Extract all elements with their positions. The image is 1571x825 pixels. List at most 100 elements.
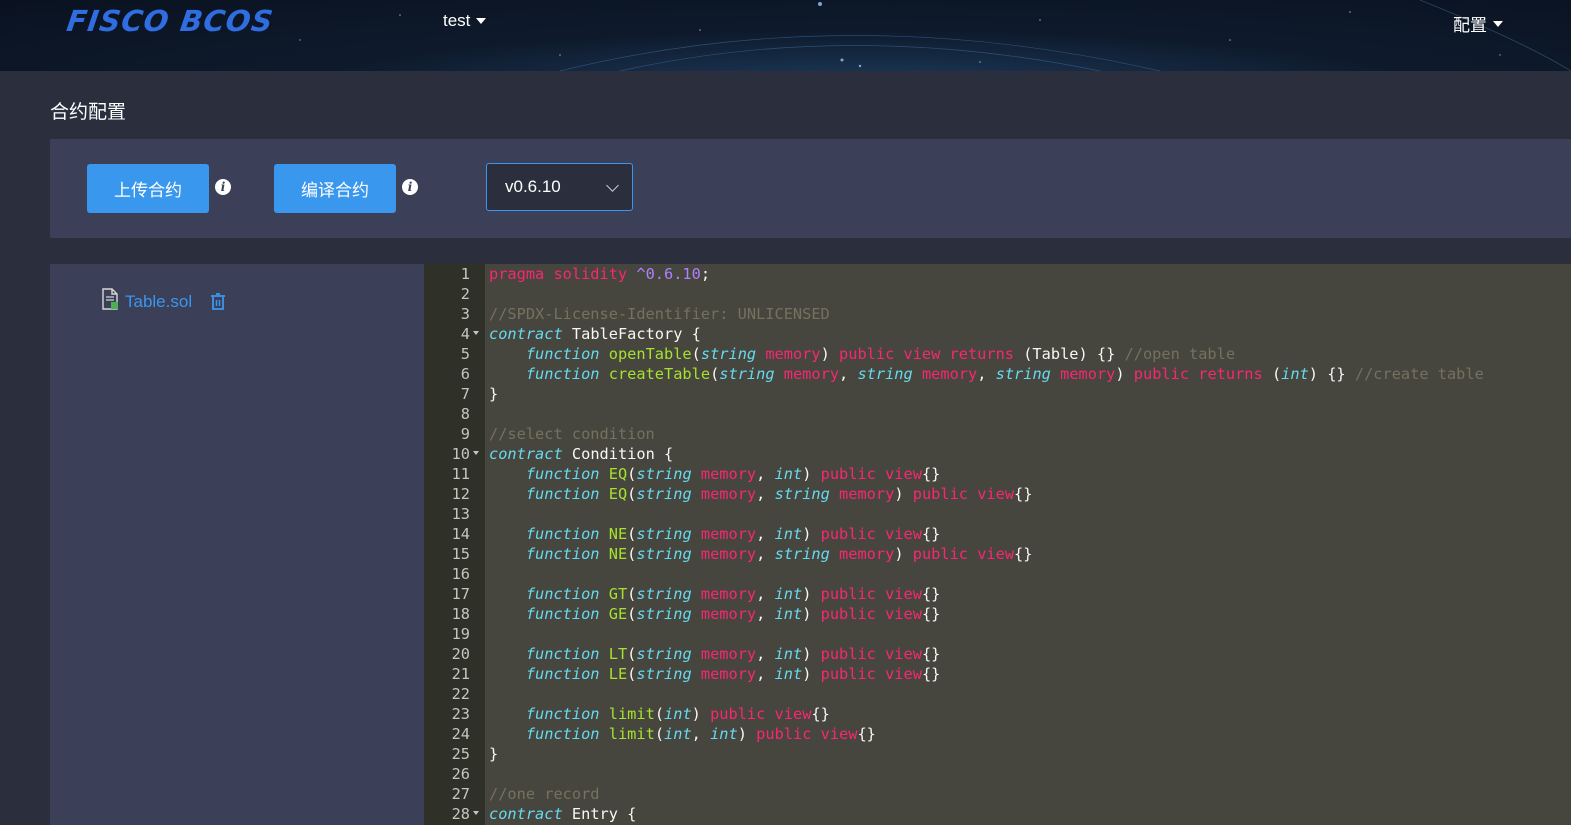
- code-line: 18 function GE(string memory, int) publi…: [424, 604, 1571, 624]
- line-number: 22: [451, 685, 470, 703]
- fold-arrow-icon[interactable]: [473, 451, 479, 455]
- caret-down-icon: [476, 18, 487, 24]
- line-number: 19: [451, 625, 470, 643]
- line-number: 5: [460, 345, 470, 363]
- line-number: 11: [451, 465, 470, 483]
- group-name: test: [443, 11, 471, 30]
- code-line: 11 function EQ(string memory, int) publi…: [424, 464, 1571, 484]
- line-number: 28: [451, 805, 470, 823]
- code-text: function EQ(string memory, int) public v…: [525, 465, 941, 483]
- code-line: 23 function limit(int) public view{}: [424, 704, 1571, 724]
- line-number: 27: [451, 785, 470, 803]
- code-text: }: [489, 385, 499, 403]
- code-line: 6 function createTable(string memory, st…: [424, 364, 1571, 384]
- code-text: function NE(string memory, int) public v…: [525, 525, 941, 543]
- code-text: function EQ(string memory, string memory…: [525, 485, 1033, 503]
- page-title: 合约配置: [50, 102, 127, 123]
- code-text: //one record: [489, 785, 600, 803]
- line-number: 10: [451, 445, 470, 463]
- file-tree-panel: Table.sol: [50, 264, 424, 825]
- code-line: 14 function NE(string memory, int) publi…: [424, 524, 1571, 544]
- code-line: 13: [424, 504, 1571, 524]
- compile-contract-button[interactable]: 编译合约: [274, 164, 396, 213]
- fold-arrow-icon[interactable]: [473, 331, 479, 335]
- code-text: }: [489, 745, 499, 763]
- code-line: 28 contract Entry {: [424, 804, 1571, 824]
- code-text: function createTable(string memory, stri…: [525, 365, 1484, 383]
- code-text: function LE(string memory, int) public v…: [525, 665, 941, 683]
- fisco-bcos-logo: FISCO BCOS: [64, 4, 276, 38]
- code-text: pragma solidity ^0.6.10;: [489, 265, 711, 283]
- code-line: 3 //SPDX-License-Identifier: UNLICENSED: [424, 304, 1571, 324]
- line-number: 25: [451, 745, 470, 763]
- config-label: 配置: [1453, 16, 1487, 35]
- line-number: 15: [451, 545, 470, 563]
- line-number: 20: [451, 645, 470, 663]
- code-line: 25}: [424, 744, 1571, 764]
- code-line: 15 function NE(string memory, string mem…: [424, 544, 1571, 564]
- line-number: 12: [451, 485, 470, 503]
- code-text: contract TableFactory {: [489, 325, 701, 343]
- line-number: 7: [460, 385, 470, 403]
- code-line: 17 function GT(string memory, int) publi…: [424, 584, 1571, 604]
- line-number: 6: [460, 365, 470, 383]
- line-number: 26: [451, 765, 470, 783]
- code-line: 27 //one record: [424, 784, 1571, 804]
- code-editor[interactable]: 1 pragma solidity ^0.6.10; 2 3//SPDX-Licens…: [424, 264, 1571, 825]
- code-line: 5 function openTable(string memory) publ…: [424, 344, 1571, 364]
- code-line: 26: [424, 764, 1571, 784]
- line-number: 17: [451, 585, 470, 603]
- code-line: 21 function LE(string memory, int) publi…: [424, 664, 1571, 684]
- code-text: function GT(string memory, int) public v…: [525, 585, 941, 603]
- line-number: 21: [451, 665, 470, 683]
- code-text: function GE(string memory, int) public v…: [525, 605, 941, 623]
- code-text: //select condition: [489, 425, 655, 443]
- line-number: 9: [460, 425, 470, 443]
- upload-contract-button[interactable]: 上传合约: [87, 164, 209, 213]
- code-line: 9 //select condition: [424, 424, 1571, 444]
- code-text: contract Condition {: [489, 445, 674, 463]
- line-number: 2: [460, 285, 470, 303]
- code-text: //SPDX-License-Identifier: UNLICENSED: [489, 305, 830, 323]
- code-text: function openTable(string memory) public…: [525, 345, 1236, 363]
- code-line: 22: [424, 684, 1571, 704]
- code-line: 20 function LT(string memory, int) publi…: [424, 644, 1571, 664]
- line-number: 3: [460, 305, 470, 323]
- code-text: contract Entry {: [489, 805, 637, 823]
- code-line: 1 pragma solidity ^0.6.10;: [424, 264, 1571, 284]
- line-number: 16: [451, 565, 470, 583]
- line-number: 13: [451, 505, 470, 523]
- line-number: 24: [451, 725, 470, 743]
- code-text: function limit(int, int) public view{}: [525, 725, 876, 743]
- line-number: 23: [451, 705, 470, 723]
- top-navbar: FISCO BCOS test 配置: [0, 0, 1571, 71]
- file-name[interactable]: Table.sol: [125, 292, 192, 312]
- file-icon: [102, 288, 118, 310]
- fold-arrow-icon[interactable]: [473, 811, 479, 815]
- code-line: 19: [424, 624, 1571, 644]
- config-dropdown[interactable]: 配置: [1453, 11, 1503, 36]
- chevron-down-icon: [606, 179, 619, 192]
- code-text: function limit(int) public view{}: [525, 705, 830, 723]
- group-dropdown[interactable]: test: [443, 11, 487, 31]
- line-number: 1: [460, 265, 470, 283]
- line-number: 4: [460, 325, 470, 343]
- line-number: 8: [460, 405, 470, 423]
- code-text: function LT(string memory, int) public v…: [525, 645, 941, 663]
- trash-icon[interactable]: [210, 293, 226, 311]
- code-line: 4 contract TableFactory {: [424, 324, 1571, 344]
- compiler-version-value: v0.6.10: [505, 177, 561, 196]
- line-number: 14: [451, 525, 470, 543]
- code-line: 24 function limit(int, int) public view{…: [424, 724, 1571, 744]
- code-line: 12 function EQ(string memory, string mem…: [424, 484, 1571, 504]
- caret-down-icon: [1493, 20, 1503, 27]
- upload-info-icon[interactable]: i: [215, 179, 231, 195]
- code-line: 16: [424, 564, 1571, 584]
- code-line: 2: [424, 284, 1571, 304]
- code-line: 7}: [424, 384, 1571, 404]
- compiler-version-select[interactable]: v0.6.10: [486, 163, 633, 211]
- file-item[interactable]: Table.sol: [101, 286, 226, 312]
- compile-info-icon[interactable]: i: [402, 179, 418, 195]
- code-text: function NE(string memory, string memory…: [525, 545, 1033, 563]
- contract-toolbar: 上传合约 i 编译合约 i v0.6.10: [50, 139, 1571, 238]
